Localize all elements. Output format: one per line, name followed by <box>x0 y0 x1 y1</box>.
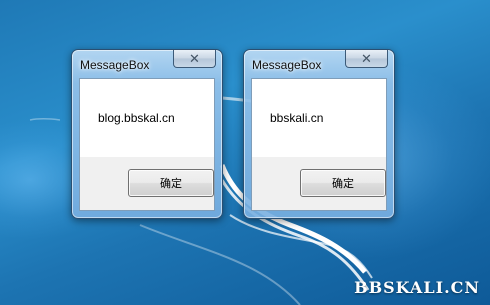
close-icon: ✕ <box>189 51 200 66</box>
close-button[interactable]: ✕ <box>173 50 216 68</box>
message-text: bbskali.cn <box>270 111 324 125</box>
dialog-content: blog.bbskal.cn 确定 <box>79 78 215 211</box>
ok-button[interactable]: 确定 <box>128 169 214 197</box>
dialog-content: bbskali.cn 确定 <box>251 78 387 211</box>
desktop: MessageBox ✕ blog.bbskal.cn 确定 MessageBo… <box>0 0 490 305</box>
site-watermark: BBSKALI.CN <box>354 278 480 297</box>
ok-button[interactable]: 确定 <box>300 169 386 197</box>
message-area: blog.bbskal.cn <box>80 79 214 157</box>
message-text: blog.bbskal.cn <box>98 111 175 125</box>
title-bar[interactable]: MessageBox ✕ <box>72 50 222 76</box>
message-area: bbskali.cn <box>252 79 386 157</box>
title-bar[interactable]: MessageBox ✕ <box>244 50 394 76</box>
close-icon: ✕ <box>361 51 372 66</box>
message-box-window[interactable]: MessageBox ✕ bbskali.cn 确定 <box>243 49 395 219</box>
window-title: MessageBox <box>80 58 150 72</box>
message-box-window[interactable]: MessageBox ✕ blog.bbskal.cn 确定 <box>71 49 223 219</box>
window-title: MessageBox <box>252 58 322 72</box>
close-button[interactable]: ✕ <box>345 50 388 68</box>
